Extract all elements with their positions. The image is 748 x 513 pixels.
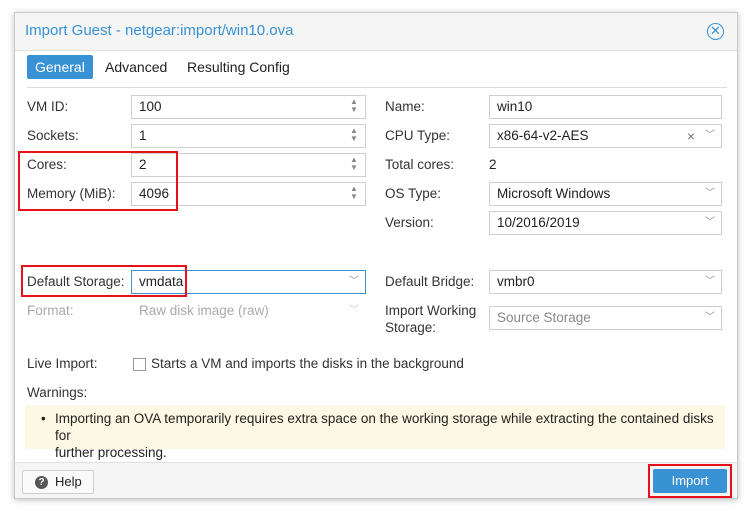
working-storage-select[interactable]: Source Storage ﹀ [489,306,722,330]
os-type-value: Microsoft Windows [497,186,611,201]
total-cores-label: Total cores: [385,157,455,172]
working-storage-label-1: Import Working [385,303,477,318]
vmid-field[interactable]: 100 ▲ ▼ [131,95,366,119]
help-label: Help [55,474,82,489]
import-button[interactable]: Import [653,469,727,493]
sockets-value: 1 [139,128,147,143]
format-select: Raw disk image (raw) ﹀ [131,299,366,323]
cores-label: Cores: [27,157,67,172]
sockets-field[interactable]: 1 ▲ ▼ [131,124,366,148]
cores-field[interactable]: 2 ▲ ▼ [131,153,366,177]
memory-value: 4096 [139,186,170,201]
tab-divider [27,87,727,88]
clear-icon[interactable]: × [687,125,695,147]
warning-line-1: Importing an OVA temporarily requires ex… [55,411,714,443]
chevron-down-icon: ﹀ [349,305,359,316]
cpu-type-select[interactable]: x86-64-v2-AES × ﹀ [489,124,722,148]
version-value: 10/2016/2019 [497,215,580,230]
default-storage-select[interactable]: vmdata ﹀ [131,270,366,294]
memory-label: Memory (MiB): [27,186,116,201]
help-button[interactable]: ? Help [22,470,94,494]
default-bridge-label: Default Bridge: [385,274,475,289]
dialog-title: Import Guest - netgear:import/win10.ova [25,22,294,39]
chevron-down-icon[interactable]: ﹀ [705,307,715,329]
default-bridge-select[interactable]: vmbr0 ﹀ [489,270,722,294]
dialog-footer: ? Help Import [15,462,737,498]
name-label: Name: [385,99,425,114]
warning-box: • Importing an OVA temporarily requires … [25,405,725,460]
warnings-label: Warnings: [27,385,88,400]
spinner-icon[interactable]: ▲ ▼ [348,156,360,174]
cpu-type-value: x86-64-v2-AES [497,128,589,143]
cpu-type-label: CPU Type: [385,128,451,143]
tab-advanced[interactable]: Advanced [97,55,175,79]
total-cores-value: 2 [489,157,497,172]
default-bridge-value: vmbr0 [497,274,535,289]
live-import-text[interactable]: Starts a VM and imports the disks in the… [151,356,464,371]
spinner-icon[interactable]: ▲ ▼ [348,185,360,203]
chevron-down-icon[interactable]: ﹀ [349,271,359,293]
dialog-titlebar: Import Guest - netgear:import/win10.ova … [15,13,737,51]
live-import-checkbox[interactable] [133,358,146,371]
memory-field[interactable]: 4096 ▲ ▼ [131,182,366,206]
vmid-value: 100 [139,99,162,114]
import-guest-dialog: Import Guest - netgear:import/win10.ova … [14,12,738,499]
chevron-down-icon[interactable]: ﹀ [705,183,715,205]
format-label: Format: [27,303,74,318]
live-import-label: Live Import: [27,356,98,371]
os-type-label: OS Type: [385,186,442,201]
question-icon: ? [35,476,48,489]
warning-line-2: further processing. [55,445,167,460]
spinner-icon[interactable]: ▲ ▼ [348,127,360,145]
tab-resulting-config[interactable]: Resulting Config [179,55,298,79]
vmid-label: VM ID: [27,99,69,114]
working-storage-placeholder: Source Storage [497,310,591,325]
spinner-icon[interactable]: ▲ ▼ [348,98,360,116]
chevron-down-icon[interactable]: ﹀ [705,212,715,234]
default-storage-label: Default Storage: [27,274,125,289]
name-input[interactable]: win10 [489,95,722,119]
bullet-icon: • [41,411,46,426]
os-type-select[interactable]: Microsoft Windows ﹀ [489,182,722,206]
version-select[interactable]: 10/2016/2019 ﹀ [489,211,722,235]
format-value: Raw disk image (raw) [139,303,269,318]
version-label: Version: [385,215,434,230]
tab-general[interactable]: General [27,55,93,79]
chevron-down-icon[interactable]: ﹀ [705,271,715,293]
default-storage-value: vmdata [139,274,184,289]
name-value: win10 [497,99,533,114]
chevron-down-icon[interactable]: ﹀ [705,125,715,147]
working-storage-label-2: Storage: [385,320,437,335]
cores-value: 2 [139,157,147,172]
close-icon[interactable]: ✕ [707,23,724,40]
sockets-label: Sockets: [27,128,79,143]
